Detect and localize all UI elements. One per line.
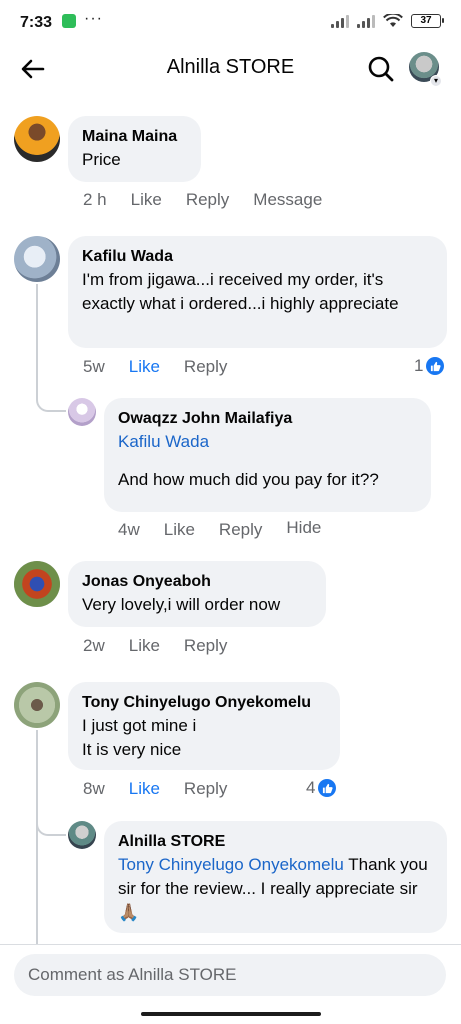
comment-bubble: Tony Chinyelugo Onyekomelu I just got mi… <box>68 682 340 770</box>
comment-author[interactable]: Alnilla STORE <box>118 831 433 853</box>
whatsapp-notification-icon <box>62 14 76 28</box>
like-button[interactable]: Like <box>129 636 160 656</box>
comment-time: 2 h <box>83 190 107 209</box>
thread-connector <box>36 386 66 412</box>
comment-actions: 4w Like Reply Hide <box>118 518 321 540</box>
comment-text: Tony Chinyelugo Onyekomelu Thank you sir… <box>118 853 433 925</box>
reply-button[interactable]: Reply <box>186 190 229 210</box>
search-icon <box>368 56 394 82</box>
thread-connector <box>36 810 66 836</box>
comment-text: Price <box>82 150 121 169</box>
comment-bubble: Maina Maina Price <box>68 116 201 182</box>
like-reaction-icon <box>318 779 337 797</box>
like-reaction-icon <box>426 357 445 375</box>
avatar[interactable] <box>14 682 60 728</box>
comment-text: I'm from jigawa...i received my order, i… <box>82 270 399 313</box>
comment-actions: 2w Like Reply <box>83 636 227 656</box>
comment-author[interactable]: Kafilu Wada <box>82 246 433 268</box>
reaction-number: 1 <box>414 356 424 375</box>
avatar[interactable] <box>14 561 60 607</box>
comment-actions: 5w Like Reply <box>83 357 227 377</box>
comment-time: 2w <box>83 636 105 655</box>
comment-author[interactable]: Maina Maina <box>82 126 187 148</box>
chevron-down-icon[interactable]: ▾ <box>430 75 442 87</box>
comment-input[interactable]: Comment as Alnilla STORE <box>14 954 446 996</box>
thread-line <box>36 284 38 388</box>
comment-time: 5w <box>83 357 105 376</box>
comment-author[interactable]: Tony Chinyelugo Onyekomelu <box>82 692 326 714</box>
like-button[interactable]: Like <box>129 779 160 799</box>
home-indicator[interactable] <box>141 1012 321 1016</box>
comment-bubble: Owaqzz John Mailafiya Kafilu Wada And ho… <box>104 398 431 512</box>
search-button[interactable] <box>364 52 398 86</box>
avatar[interactable] <box>14 236 60 282</box>
like-button[interactable]: Like <box>164 520 195 540</box>
wifi-icon <box>383 14 403 27</box>
comment-text: And how much did you pay for it?? <box>118 470 379 489</box>
status-time: 7:33 <box>20 14 53 31</box>
header: Alnilla STORE ▾ <box>0 44 461 94</box>
comment-time: 8w <box>83 779 105 798</box>
mention-link[interactable]: Tony Chinyelugo Onyekomelu <box>118 855 344 874</box>
avatar[interactable] <box>14 116 60 162</box>
comment-bubble: Alnilla STORE Tony Chinyelugo Onyekomelu… <box>104 821 447 933</box>
reply-button[interactable]: Reply <box>184 779 227 799</box>
comment-time: 4w <box>118 520 140 539</box>
comment-text: I just got mine i It is very nice <box>82 716 197 759</box>
comment-actions: 8w Like Reply <box>83 779 227 799</box>
avatar[interactable] <box>68 821 96 849</box>
hide-button[interactable]: Hide <box>286 518 321 540</box>
more-notifications-icon: ··· <box>84 10 103 27</box>
like-button[interactable]: Like <box>131 190 162 210</box>
avatar[interactable] <box>68 398 96 426</box>
signal-icon-2 <box>357 14 375 28</box>
comment-author[interactable]: Owaqzz John Mailafiya <box>118 408 417 430</box>
reply-button[interactable]: Reply <box>184 636 227 656</box>
mention-link[interactable]: Kafilu Wada <box>118 430 417 454</box>
message-button[interactable]: Message <box>253 190 322 210</box>
composer-divider <box>0 944 461 945</box>
signal-icon <box>331 14 349 28</box>
like-button[interactable]: Like <box>129 357 160 377</box>
comment-actions: 2 h Like Reply Message <box>83 190 322 210</box>
reply-button[interactable]: Reply <box>184 357 227 377</box>
status-bar: 7:33 ··· 37 <box>0 0 461 44</box>
reaction-count[interactable]: 1 <box>414 356 445 376</box>
comment-author[interactable]: Jonas Onyeaboh <box>82 571 312 593</box>
thread-line <box>36 730 38 944</box>
comment-bubble: Jonas Onyeaboh Very lovely,i will order … <box>68 561 326 627</box>
reaction-count[interactable]: 4 <box>306 778 337 798</box>
comment-text: Very lovely,i will order now <box>82 595 281 614</box>
comment-bubble: Kafilu Wada I'm from jigawa...i received… <box>68 236 447 348</box>
battery-icon: 37 <box>411 14 444 28</box>
status-indicators: 37 <box>331 14 444 28</box>
reply-button[interactable]: Reply <box>219 520 262 540</box>
reaction-number: 4 <box>306 778 316 797</box>
